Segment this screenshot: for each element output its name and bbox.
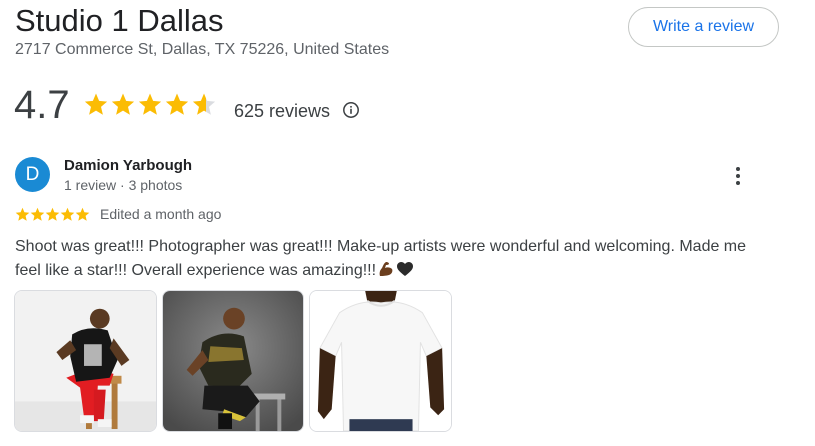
- star-icon: [60, 207, 75, 221]
- star-icon: [45, 207, 60, 221]
- star-icon: [165, 93, 189, 115]
- star-icon: [138, 93, 162, 115]
- flexed-biceps-icon: [379, 262, 393, 276]
- reviewer-meta: 1 review · 3 photos: [64, 177, 183, 193]
- write-review-button[interactable]: Write a review: [628, 7, 779, 47]
- photo-image: [310, 291, 451, 431]
- review-photo-2[interactable]: [162, 290, 304, 432]
- review-photo-1[interactable]: [14, 290, 157, 432]
- review-stars: [15, 207, 90, 221]
- black-heart-icon: [397, 262, 414, 276]
- review-count[interactable]: 625 reviews: [234, 100, 330, 122]
- rating-stars: [84, 93, 216, 115]
- review-photo-3[interactable]: [309, 290, 452, 432]
- place-address: 2717 Commerce St, Dallas, TX 75226, Unit…: [15, 41, 390, 58]
- more-vertical-icon[interactable]: [726, 164, 750, 188]
- star-icon: [111, 93, 135, 115]
- avatar[interactable]: D: [15, 157, 50, 192]
- star-icon: [30, 207, 45, 221]
- star-partial-icon: [192, 93, 216, 115]
- star-icon: [15, 207, 30, 221]
- place-title: Studio 1 Dallas: [15, 3, 224, 38]
- info-icon[interactable]: [341, 100, 361, 120]
- star-icon: [75, 207, 90, 221]
- review-edited-time: Edited a month ago: [100, 206, 222, 222]
- photo-image: [163, 291, 303, 431]
- star-icon: [84, 93, 108, 115]
- photo-image: [15, 291, 156, 431]
- review-text: Shoot was great!!! Photographer was grea…: [15, 235, 775, 283]
- average-rating: 4.7: [14, 83, 70, 127]
- reviewer-name[interactable]: Damion Yarbough: [64, 157, 192, 175]
